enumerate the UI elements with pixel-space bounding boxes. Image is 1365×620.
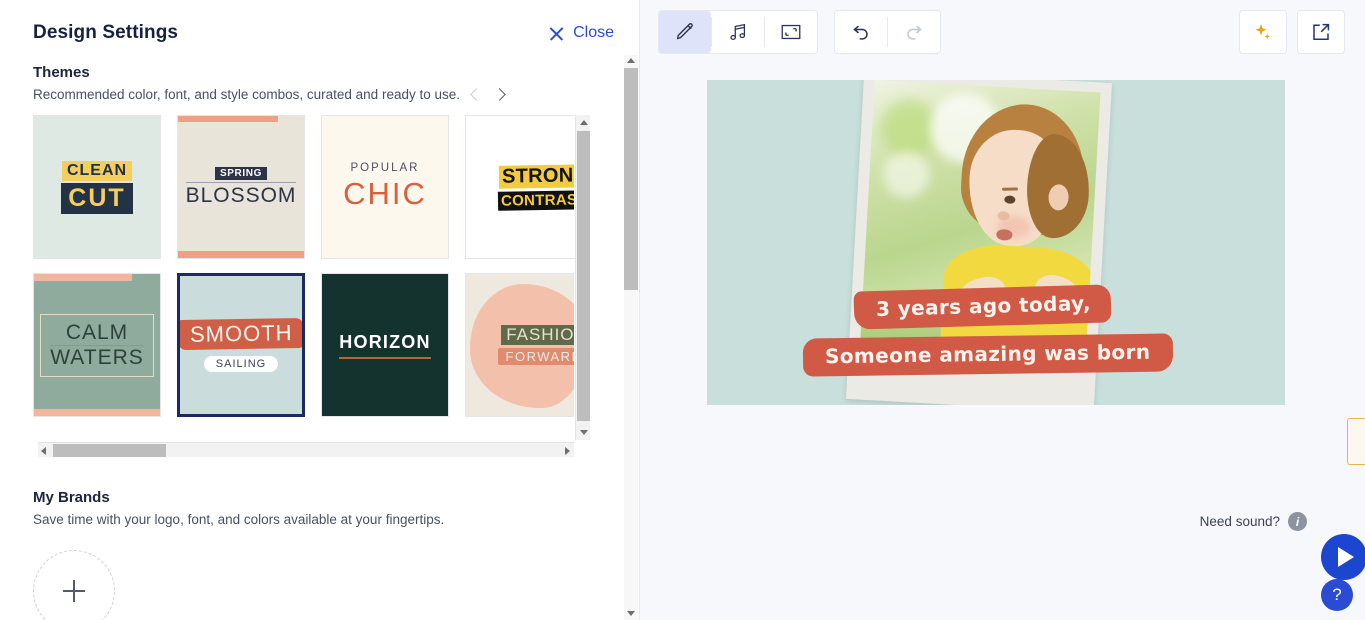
theme-line1: SMOOTH <box>180 317 302 350</box>
magic-button[interactable] <box>1239 10 1287 54</box>
theme-line1: POPULAR <box>350 162 420 174</box>
scrollbar-thumb[interactable] <box>624 68 638 290</box>
theme-accent-bar-bottom <box>34 409 160 416</box>
panel-scroll-area: Themes Recommended color, font, and styl… <box>0 52 624 620</box>
theme-card-calm-waters[interactable]: CALM WATERS <box>33 273 161 417</box>
theme-line1: SPRING <box>215 166 267 180</box>
export-button[interactable] <box>1297 10 1345 54</box>
themes-pager <box>470 88 506 101</box>
theme-accent-bar-bottom <box>178 251 304 258</box>
play-button[interactable] <box>1321 534 1365 580</box>
export-icon <box>1313 23 1330 41</box>
design-tool-button[interactable] <box>659 11 711 53</box>
theme-accent-bar-top <box>34 274 133 281</box>
theme-card-popular-chic[interactable]: POPULAR CHIC <box>321 115 449 259</box>
theme-card-clean-cut[interactable]: CLEAN CUT <box>33 115 161 259</box>
redo-button[interactable] <box>888 11 940 53</box>
themes-horizontal-scrollbar[interactable] <box>38 442 574 457</box>
undo-icon <box>853 25 868 40</box>
theme-line1: STRONG <box>499 163 574 189</box>
themes-vertical-scrollbar[interactable] <box>575 115 590 440</box>
eyebrow-shape <box>1001 187 1018 191</box>
scroll-up-arrow-icon[interactable] <box>627 58 635 63</box>
close-button[interactable]: Close <box>548 24 614 42</box>
help-button[interactable]: ? <box>1321 579 1353 611</box>
preview-panel: 3 years ago today, Someone amazing was b… <box>640 0 1365 620</box>
need-sound-label: Need sound? <box>1199 514 1280 529</box>
video-caption-line2: Someone amazing was born <box>802 333 1173 377</box>
theme-line2: FORWARD <box>497 348 574 365</box>
bokeh-decoration <box>882 150 931 200</box>
theme-accent-bar-top <box>178 116 278 122</box>
info-icon[interactable]: i <box>1288 512 1307 531</box>
scroll-down-arrow-icon[interactable] <box>580 430 588 435</box>
add-brand-button[interactable] <box>33 550 115 620</box>
brands-subtitle: Save time with your logo, font, and colo… <box>33 512 445 527</box>
theme-line1: FASHION <box>501 325 574 345</box>
chevron-left-icon[interactable] <box>470 88 483 101</box>
theme-card-fashion-forward[interactable]: FASHION FORWARD <box>465 273 574 417</box>
scrollbar-thumb[interactable] <box>53 444 166 457</box>
themes-viewport: CLEAN CUT SPRING BLOSSOM POPULAR CHIC ST… <box>33 115 574 440</box>
themes-grid: CLEAN CUT SPRING BLOSSOM POPULAR CHIC ST… <box>33 115 574 417</box>
panel-vertical-scrollbar[interactable] <box>624 55 638 620</box>
aspect-ratio-icon <box>781 24 801 40</box>
history-tool-group <box>834 10 941 54</box>
close-button-label: Close <box>573 24 614 41</box>
theme-line2: BLOSSOM <box>185 181 297 207</box>
theme-line2: WATERS <box>50 344 144 369</box>
scroll-down-arrow-icon[interactable] <box>627 611 635 616</box>
pencil-icon <box>676 23 693 40</box>
sparkle-icon <box>1255 24 1271 40</box>
aspect-ratio-button[interactable] <box>765 11 817 53</box>
theme-card-spring-blossom[interactable]: SPRING BLOSSOM <box>177 115 305 259</box>
scroll-left-arrow-icon[interactable] <box>41 447 46 455</box>
undo-button[interactable] <box>835 11 887 53</box>
theme-brush-decoration <box>470 284 574 408</box>
eye-shape <box>1004 195 1016 204</box>
themes-subtitle: Recommended color, font, and style combo… <box>33 87 460 102</box>
theme-line1: CLEAN <box>61 160 133 181</box>
redo-icon <box>907 25 922 40</box>
theme-line1: CALM <box>65 320 129 344</box>
theme-line2: SAILING <box>203 355 279 372</box>
editor-toolbar <box>640 0 1365 58</box>
theme-line1: HORIZON <box>339 332 431 359</box>
panel-header: Design Settings Close <box>0 0 640 52</box>
music-tool-button[interactable] <box>712 11 764 53</box>
close-icon <box>548 25 565 42</box>
brands-title: My Brands <box>33 489 110 506</box>
video-preview[interactable]: 3 years ago today, Someone amazing was b… <box>707 80 1285 405</box>
scroll-up-arrow-icon[interactable] <box>580 120 588 125</box>
animoto-editor: Design Settings Close Themes Recommended… <box>0 0 1365 620</box>
theme-card-horizon[interactable]: HORIZON <box>321 273 449 417</box>
themes-section-header: Themes Recommended color, font, and styl… <box>0 52 624 103</box>
my-brands-section: My Brands Save time with your logo, font… <box>0 457 624 620</box>
watermark-banner: To remove Animoto watermark, upgrade now… <box>1347 418 1365 465</box>
edit-tool-group <box>658 10 818 54</box>
video-caption-line1: 3 years ago today, <box>853 284 1112 330</box>
theme-line2: CONTRAST <box>497 189 574 211</box>
plus-icon <box>63 580 85 602</box>
mouth-shape <box>996 228 1013 241</box>
themes-title: Themes <box>33 64 90 81</box>
design-settings-panel: Design Settings Close Themes Recommended… <box>0 0 640 620</box>
theme-card-strong-contrast[interactable]: STRONG CONTRAST <box>465 115 574 259</box>
theme-line2: CHIC <box>343 176 427 211</box>
music-note-icon <box>730 23 746 40</box>
help-button-label: ? <box>1332 585 1342 604</box>
page-title: Design Settings <box>33 22 179 43</box>
themes-carousel: CLEAN CUT SPRING BLOSSOM POPULAR CHIC ST… <box>33 115 590 457</box>
theme-card-smooth-sailing[interactable]: SMOOTH SAILING <box>177 273 305 417</box>
scroll-right-arrow-icon[interactable] <box>565 447 570 455</box>
scrollbar-thumb[interactable] <box>577 131 590 421</box>
chevron-right-icon[interactable] <box>493 88 506 101</box>
theme-line2: CUT <box>61 182 133 214</box>
need-sound-hint: Need sound? i <box>1200 512 1307 531</box>
play-icon <box>1338 547 1354 567</box>
